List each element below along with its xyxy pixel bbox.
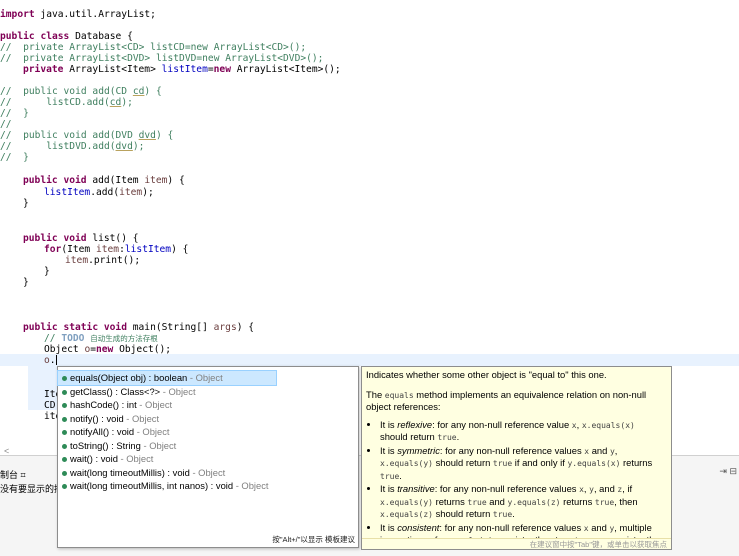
proposal-owner: - Object — [160, 385, 196, 397]
proposal-footer-hint: 按"Alt+/"以显示 模板建议 — [272, 535, 355, 544]
public-method-icon — [62, 416, 67, 422]
proposal-signature: equals(Object obj) : boolean — [70, 372, 188, 383]
code-line-10: // public void add(DVD dvd) { — [0, 130, 174, 141]
code-line-3: // private ArrayList<CD> listCD=new Arra… — [0, 42, 307, 53]
proposal-list[interactable]: equals(Object obj) : boolean - Object get… — [57, 370, 358, 493]
code-line-23: Object o=new Object(); — [44, 344, 172, 355]
proposal-owner: - Object — [187, 372, 223, 383]
proposal-item[interactable]: notify() : void - Object — [58, 412, 276, 426]
proposal-signature: getClass() : Class<?> — [70, 385, 161, 397]
proposal-signature: toString() : String — [70, 439, 141, 451]
code-line-12: // } — [0, 152, 29, 163]
proposal-owner: - Object — [134, 426, 170, 437]
javadoc-bullet-list: It is reflexive: for any non-null refere… — [362, 419, 671, 550]
public-method-icon — [62, 484, 67, 490]
proposal-signature: wait(long timeoutMillis, int nanos) : vo… — [70, 480, 234, 491]
code-line-8: // } — [0, 108, 29, 119]
code-line-17: for(Item item:listItem) { — [44, 244, 189, 255]
code-line-20: } — [23, 277, 29, 288]
proposal-owner: - Object — [136, 399, 173, 410]
panel-toolbar-icons[interactable]: ⇥ ⊟ — [719, 466, 737, 477]
javadoc-summary: Indicates whether some other object is "… — [366, 369, 607, 380]
javadoc-bullet-transitive: It is transitive: for any non-null refer… — [380, 483, 671, 521]
public-method-icon — [62, 376, 67, 382]
scroll-left-arrow[interactable]: < — [4, 446, 9, 456]
javadoc-bullet-reflexive: It is reflexive: for any non-null refere… — [380, 419, 671, 444]
public-method-icon — [62, 430, 67, 436]
public-method-icon — [62, 403, 67, 409]
proposal-owner: - Object — [189, 466, 226, 478]
javadoc-footer-hint: 在建议窗中按"Tab"键，或单击以获取焦点 — [362, 538, 671, 549]
proposal-signature: notify() : void — [70, 412, 124, 424]
proposal-item[interactable]: hashCode() : int - Object — [58, 398, 276, 412]
code-line-4: // private ArrayList<DVD> listDVD=new Ar… — [0, 53, 324, 64]
public-method-icon — [62, 389, 67, 395]
javadoc-hover[interactable]: Indicates whether some other object is "… — [361, 366, 672, 550]
code-line-13: public void add(Item item) { — [23, 175, 185, 186]
code-line-6: // public void add(CD cd) { — [0, 86, 162, 97]
public-method-icon — [62, 470, 67, 476]
public-method-icon — [62, 443, 67, 449]
proposal-item[interactable]: equals(Object obj) : boolean - Object — [57, 370, 277, 386]
code-line-21: public static void main(String[] args) { — [23, 322, 255, 333]
proposal-item[interactable]: wait(long timeoutMillis) : void - Object — [58, 466, 276, 480]
proposal-item[interactable]: notifyAll() : void - Object — [58, 425, 276, 439]
code-line-14: listItem.add(item); — [44, 187, 154, 198]
console-tab[interactable]: 制台 ⌗ — [0, 468, 26, 481]
proposal-item[interactable]: toString() : String - Object — [58, 439, 276, 453]
code-line-22: // TODO 自动生成的方法存根 — [44, 333, 158, 344]
code-line-1: import java.util.ArrayList; — [0, 9, 156, 20]
proposal-owner: - Object — [233, 480, 269, 491]
code-line-7: // listCD.add(cd); — [0, 97, 133, 108]
code-line-9: // — [0, 119, 12, 130]
current-line-highlight — [0, 354, 739, 366]
text-caret — [55, 355, 57, 365]
content-assist-popup[interactable]: equals(Object obj) : boolean - Object get… — [57, 366, 359, 548]
proposal-item[interactable]: wait(long timeoutMillis, int nanos) : vo… — [58, 479, 276, 493]
proposal-signature: wait(long timeoutMillis) : void — [70, 466, 190, 478]
code-line-2: public class Database { — [0, 31, 133, 42]
proposal-signature: hashCode() : int — [70, 399, 137, 410]
code-line-18: item.print(); — [65, 255, 141, 266]
javadoc-paragraph: The equals method implements an equivale… — [366, 388, 647, 413]
code-line-11: // listDVD.add(dvd); — [0, 141, 145, 152]
code-line-24: o. — [44, 355, 57, 366]
javadoc-bullet-symmetric: It is symmetric: for any non-null refere… — [380, 445, 671, 483]
proposal-owner: - Object — [140, 439, 177, 451]
code-line-16: public void list() { — [23, 233, 139, 244]
proposal-item[interactable]: getClass() : Class<?> - Object — [58, 385, 276, 399]
proposal-signature: wait() : void — [70, 453, 118, 464]
proposal-owner: - Object — [123, 412, 160, 424]
code-line-19: } — [44, 266, 50, 277]
public-method-icon — [62, 457, 67, 463]
code-line-15: } — [23, 198, 29, 209]
code-line-5: private ArrayList<Item> listItem=new Arr… — [23, 64, 341, 75]
console-message: 没有要显示的控 — [0, 484, 64, 494]
proposal-owner: - Object — [117, 453, 154, 464]
proposal-item[interactable]: wait() : void - Object — [58, 452, 276, 466]
proposal-signature: notifyAll() : void — [70, 426, 135, 437]
